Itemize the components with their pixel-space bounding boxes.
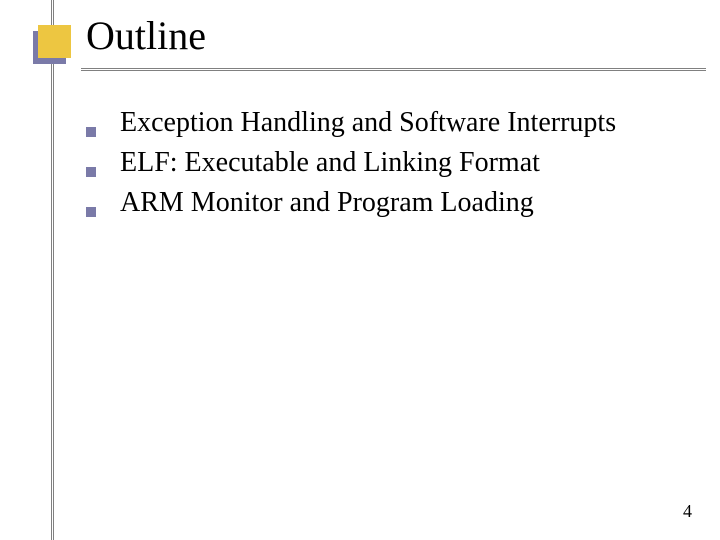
bullet-text: Exception Handling and Software Interrup… bbox=[120, 104, 616, 142]
vertical-rule bbox=[53, 0, 54, 540]
bullet-list: Exception Handling and Software Interrup… bbox=[86, 104, 700, 223]
bullet-square-icon bbox=[86, 207, 96, 217]
list-item: ELF: Executable and Linking Format bbox=[86, 144, 700, 182]
bullet-text: ARM Monitor and Program Loading bbox=[120, 184, 534, 222]
list-item: ARM Monitor and Program Loading bbox=[86, 184, 700, 222]
slide: Outline Exception Handling and Software … bbox=[0, 0, 720, 540]
bullet-square-icon bbox=[86, 167, 96, 177]
list-item: Exception Handling and Software Interrup… bbox=[86, 104, 700, 142]
horizontal-rule bbox=[81, 68, 706, 69]
bullet-text: ELF: Executable and Linking Format bbox=[120, 144, 540, 182]
bullet-square-icon bbox=[86, 127, 96, 137]
horizontal-rule bbox=[81, 70, 706, 71]
page-number: 4 bbox=[683, 501, 692, 522]
slide-title: Outline bbox=[86, 12, 206, 59]
vertical-rule bbox=[51, 0, 52, 540]
accent-square bbox=[38, 25, 71, 58]
